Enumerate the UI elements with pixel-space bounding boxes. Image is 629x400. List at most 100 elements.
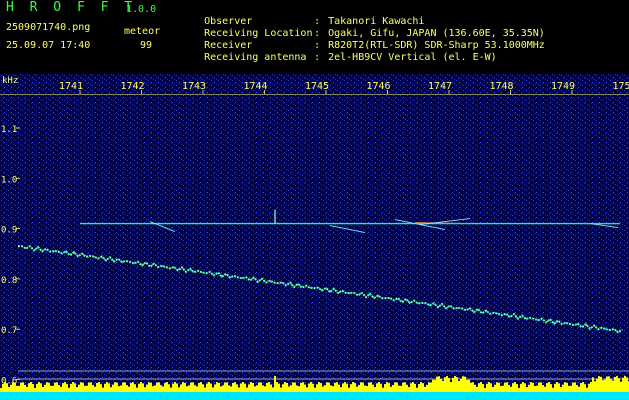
level-bar bbox=[422, 383, 424, 392]
app-version: 1.0.0 bbox=[126, 4, 157, 15]
level-bar bbox=[18, 385, 20, 392]
freq-tick-label: 1.0 bbox=[1, 175, 17, 185]
level-bar bbox=[544, 386, 546, 392]
level-bar bbox=[360, 382, 362, 392]
level-bar bbox=[582, 382, 584, 392]
level-bar bbox=[242, 382, 244, 392]
level-bar bbox=[322, 386, 324, 392]
time-tick-label: 1741 bbox=[59, 81, 83, 92]
level-bar bbox=[224, 382, 226, 392]
level-bar bbox=[236, 384, 238, 392]
level-bar bbox=[108, 383, 110, 392]
level-bar bbox=[44, 384, 46, 392]
level-bar bbox=[384, 384, 386, 392]
freq-tick-label: 0.7 bbox=[1, 326, 17, 336]
level-bar bbox=[608, 376, 610, 392]
level-bar bbox=[278, 383, 280, 392]
level-bar bbox=[240, 383, 242, 392]
level-bar bbox=[460, 378, 462, 392]
level-bar bbox=[344, 382, 346, 392]
level-bar bbox=[230, 386, 232, 392]
level-bar bbox=[264, 386, 266, 392]
level-bar bbox=[514, 382, 516, 392]
level-bar bbox=[350, 384, 352, 392]
level-bar bbox=[598, 376, 600, 392]
level-bar bbox=[330, 385, 332, 392]
level-bar bbox=[198, 382, 200, 392]
file-name: 2509071740.png bbox=[6, 22, 91, 33]
level-bar bbox=[174, 382, 176, 392]
level-bar bbox=[334, 382, 336, 392]
level-bar bbox=[244, 383, 246, 392]
level-bar bbox=[282, 384, 284, 392]
level-bar bbox=[506, 382, 508, 392]
level-bar bbox=[184, 382, 186, 392]
level-bar bbox=[626, 377, 628, 392]
level-bar bbox=[256, 385, 258, 392]
level-bar bbox=[162, 386, 164, 392]
level-bar bbox=[104, 383, 106, 392]
level-bar bbox=[432, 379, 434, 392]
level-bar bbox=[4, 382, 6, 392]
level-bar bbox=[286, 382, 288, 392]
level-bar bbox=[226, 382, 228, 392]
level-bar bbox=[96, 383, 98, 392]
freq-tick-label: 1.1 bbox=[1, 125, 17, 135]
level-bar bbox=[288, 386, 290, 392]
level-bar bbox=[474, 384, 476, 392]
level-bar bbox=[326, 382, 328, 392]
level-bar bbox=[542, 385, 544, 392]
level-bar bbox=[84, 386, 86, 392]
level-bar bbox=[472, 382, 474, 392]
level-bar bbox=[114, 382, 116, 392]
level-bar bbox=[412, 382, 414, 392]
level-bar bbox=[546, 383, 548, 392]
level-bar bbox=[490, 383, 492, 392]
level-bar bbox=[468, 379, 470, 392]
level-bar bbox=[94, 386, 96, 392]
level-bar bbox=[28, 383, 30, 392]
level-bar bbox=[138, 383, 140, 392]
level-bar bbox=[576, 385, 578, 392]
level-bar bbox=[554, 383, 556, 392]
level-base bbox=[0, 392, 629, 400]
level-bar bbox=[426, 384, 428, 392]
level-bar bbox=[332, 386, 334, 392]
level-bar bbox=[34, 387, 36, 392]
level-bar bbox=[70, 383, 72, 392]
level-bar bbox=[484, 387, 486, 392]
level-bar bbox=[182, 382, 184, 392]
level-bar bbox=[66, 384, 68, 392]
level-bar bbox=[142, 383, 144, 392]
level-bar bbox=[50, 385, 52, 392]
level-bar bbox=[380, 383, 382, 392]
level-bar bbox=[354, 383, 356, 392]
level-bar bbox=[434, 379, 436, 392]
level-bar bbox=[444, 377, 446, 392]
level-bar bbox=[54, 382, 56, 392]
level-bar bbox=[158, 382, 160, 392]
level-bar bbox=[128, 386, 130, 392]
level-bar bbox=[260, 382, 262, 392]
level-bar bbox=[180, 384, 182, 392]
level-bar bbox=[538, 382, 540, 392]
level-bar bbox=[436, 376, 438, 392]
level-bar bbox=[306, 387, 308, 392]
level-bar bbox=[368, 382, 370, 392]
level-bar bbox=[296, 385, 298, 392]
level-bar bbox=[522, 382, 524, 392]
level-bar bbox=[530, 382, 532, 392]
level-bar bbox=[212, 387, 214, 392]
level-bar bbox=[152, 386, 154, 392]
level-bar bbox=[488, 382, 490, 392]
level-bar bbox=[14, 382, 16, 392]
level-bar bbox=[136, 387, 138, 392]
level-bar bbox=[342, 383, 344, 392]
level-bar bbox=[438, 376, 440, 392]
level-bar bbox=[480, 382, 482, 392]
level-bar bbox=[622, 377, 624, 392]
level-bar bbox=[610, 379, 612, 392]
level-bar bbox=[290, 385, 292, 392]
level-bar bbox=[404, 382, 406, 392]
level-bar bbox=[362, 382, 364, 392]
